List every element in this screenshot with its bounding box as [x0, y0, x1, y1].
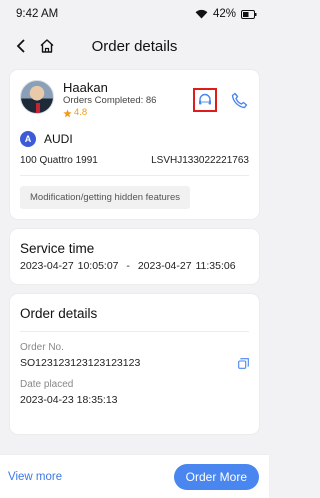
rating-value: 4.8 — [74, 107, 88, 118]
order-no-value: SO123123123123123123 — [20, 357, 141, 369]
status-indicators: 42% — [195, 8, 257, 20]
service-time-title: Service time — [20, 241, 95, 256]
copy-icon[interactable] — [238, 357, 249, 369]
car-vin: LSVHJ133022221763 — [151, 155, 249, 166]
driver-row: Haakan Orders Completed: 86 4.8 — [20, 80, 249, 119]
order-no-row: SO123123123123123123 — [20, 357, 249, 369]
battery-icon — [241, 9, 257, 19]
battery-percent: 42% — [212, 8, 236, 20]
car-brand: AUDI — [44, 132, 73, 146]
brand-logo-icon: A — [20, 131, 36, 147]
nav-bar: Order details — [0, 28, 269, 64]
bottom-action-bar: View more Order More — [0, 454, 269, 498]
view-more-link[interactable]: View more — [8, 471, 62, 483]
call-button[interactable] — [229, 90, 249, 110]
date-placed-value: 2023-04-23 18:35:13 — [20, 394, 118, 406]
back-button[interactable] — [10, 35, 32, 57]
chevron-left-icon — [16, 39, 25, 53]
driver-orders-completed: Orders Completed: 86 — [63, 95, 157, 106]
phone-icon — [231, 92, 247, 108]
service-separator: - — [126, 260, 130, 272]
date-placed-label: Date placed — [20, 379, 74, 390]
star-icon — [63, 108, 72, 117]
status-bar: 9:42 AM 42% — [0, 0, 269, 28]
driver-card: Haakan Orders Completed: 86 4.8 A AUDI 1… — [10, 70, 259, 219]
status-time: 9:42 AM — [16, 8, 59, 20]
driver-rating: 4.8 — [63, 107, 193, 119]
car-model: 100 Quattro 1991 — [20, 155, 98, 166]
order-details-card: Order details Order No. SO12312312312312… — [10, 294, 259, 434]
service-end: 2023-04-27 11:35:06 — [137, 260, 236, 272]
home-icon — [40, 39, 54, 53]
service-time-card: Service time 2023-04-27 10:05:07 - 2023-… — [10, 229, 259, 284]
service-tag: Modification/getting hidden features — [20, 186, 190, 209]
order-details-title: Order details — [20, 306, 249, 332]
avatar — [20, 80, 54, 114]
car-details: 100 Quattro 1991 LSVHJ133022221763 — [20, 155, 249, 176]
order-no-label: Order No. — [20, 342, 64, 353]
driver-name: Haakan — [63, 80, 108, 95]
car-brand-row: A AUDI — [20, 131, 249, 147]
order-more-button[interactable]: Order More — [173, 463, 259, 490]
headset-icon — [199, 93, 211, 105]
customer-support-button[interactable] — [193, 88, 217, 112]
home-button[interactable] — [36, 35, 58, 57]
driver-actions — [193, 80, 249, 112]
service-start: 2023-04-27 10:05:07 — [20, 260, 119, 272]
wifi-icon — [195, 9, 208, 19]
service-time-range: 2023-04-27 10:05:07 - 2023-04-27 11:35:0… — [20, 260, 249, 272]
driver-info: Haakan Orders Completed: 86 4.8 — [63, 80, 193, 119]
